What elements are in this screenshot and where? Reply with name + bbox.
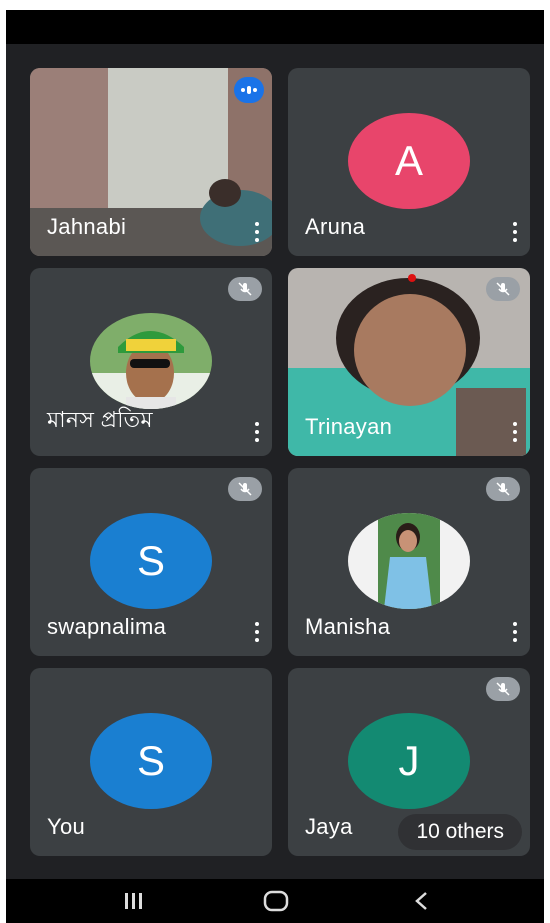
avatar-initial: S xyxy=(136,537,165,584)
more-options-icon[interactable] xyxy=(254,222,260,242)
speaking-indicator-icon xyxy=(234,77,264,103)
mic-off-icon xyxy=(228,277,262,301)
participant-tile-trinayan[interactable]: Trinayan xyxy=(288,268,530,456)
participant-name: Jaya xyxy=(305,814,353,839)
avatar: S xyxy=(90,513,212,609)
more-options-icon[interactable] xyxy=(254,622,260,642)
navigation-bar xyxy=(6,879,544,923)
recents-icon[interactable] xyxy=(114,889,154,913)
avatar: J xyxy=(348,713,470,809)
participant-name: মানস প্রতিম xyxy=(47,407,153,432)
others-count-button[interactable]: 10 others xyxy=(398,814,522,850)
participant-name: Aruna xyxy=(305,214,366,239)
mic-off-icon xyxy=(228,477,262,501)
more-options-icon[interactable] xyxy=(512,422,518,442)
avatar-photo xyxy=(348,513,470,609)
home-icon[interactable] xyxy=(256,889,296,913)
participant-name: Trinayan xyxy=(305,414,393,439)
avatar: S xyxy=(90,713,212,809)
participant-tile-jahnabi[interactable]: Jahnabi xyxy=(30,68,272,256)
meet-call-screen: Jahnabi A Aruna মানস প্রতিম Trinayan S s… xyxy=(6,10,544,923)
more-options-icon[interactable] xyxy=(254,422,260,442)
mic-off-icon xyxy=(486,677,520,701)
participant-tile-swapnalima[interactable]: S swapnalima xyxy=(30,468,272,656)
participant-tile-manisha[interactable]: Manisha xyxy=(288,468,530,656)
participant-name: Jahnabi xyxy=(47,214,127,239)
participant-tile-jaya[interactable]: J Jaya 10 others xyxy=(288,668,530,856)
mic-off-icon xyxy=(486,277,520,301)
avatar-initial: S xyxy=(136,737,165,784)
more-options-icon[interactable] xyxy=(512,222,518,242)
participant-tile-you[interactable]: S You xyxy=(30,668,272,856)
status-bar xyxy=(6,10,544,44)
participant-tile-aruna[interactable]: A Aruna xyxy=(288,68,530,256)
participant-name: Manisha xyxy=(305,614,391,639)
back-icon[interactable] xyxy=(402,889,442,913)
mic-off-icon xyxy=(486,477,520,501)
avatar-initial: J xyxy=(398,737,420,784)
participant-name: swapnalima xyxy=(47,614,167,639)
participant-tile-manas-pratim[interactable]: মানস প্রতিম xyxy=(30,268,272,456)
avatar: A xyxy=(348,113,470,209)
participant-name: You xyxy=(47,814,86,839)
avatar-photo xyxy=(90,313,212,409)
avatar-initial: A xyxy=(394,137,423,184)
more-options-icon[interactable] xyxy=(512,622,518,642)
